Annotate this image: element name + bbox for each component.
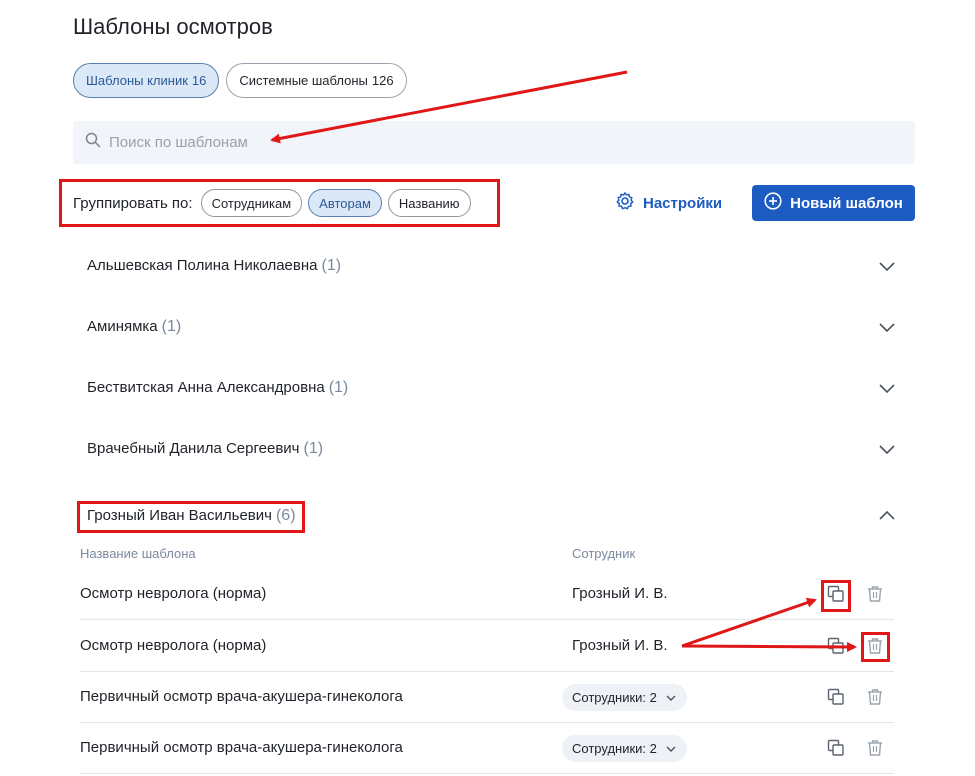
table-row: Осмотр невролога (норма) Грозный И. В.: [80, 569, 894, 620]
annotation-box-group-by: [59, 179, 500, 227]
template-name[interactable]: Осмотр невролога (норма): [80, 637, 266, 654]
table-row: Первичный осмотр врача-акушера-гинеколог…: [80, 672, 894, 723]
new-template-label: Новый шаблон: [790, 194, 903, 212]
chevron-up-icon: [879, 510, 895, 520]
template-name[interactable]: Осмотр невролога (норма): [80, 585, 266, 602]
employees-dropdown[interactable]: Сотрудники: 2: [562, 684, 687, 711]
settings-label: Настройки: [643, 194, 723, 212]
chevron-down-icon: [879, 384, 895, 394]
annotation-box-group: [77, 501, 305, 533]
trash-icon[interactable]: [864, 737, 886, 759]
employees-dropdown-label: Сотрудники: 2: [572, 741, 657, 756]
group-row[interactable]: Бествитская Анна Александровна (1): [87, 376, 897, 400]
trash-icon[interactable]: [864, 583, 886, 605]
chevron-down-icon: [879, 445, 895, 455]
group-count: (1): [161, 318, 182, 335]
search-input[interactable]: [109, 134, 809, 151]
copy-icon[interactable]: [825, 737, 847, 759]
tab-count: 126: [371, 73, 394, 88]
tab-clinic-templates[interactable]: Шаблоны клиник 16: [73, 63, 220, 98]
chevron-down-icon: [879, 262, 895, 272]
copy-icon[interactable]: [825, 635, 847, 657]
chevron-down-icon: [666, 746, 676, 752]
group-name: Альшевская Полина Николаевна: [87, 257, 318, 274]
search-bar: [73, 121, 915, 164]
tab-label: Шаблоны клиник: [86, 73, 188, 88]
chevron-down-icon: [879, 323, 895, 333]
template-name[interactable]: Первичный осмотр врача-акушера-гинеколог…: [80, 688, 403, 705]
annotation-box-delete: [861, 632, 890, 662]
trash-icon[interactable]: [864, 686, 886, 708]
group-count: (1): [321, 257, 342, 274]
table-row: Осмотр невролога (норма) Грозный И. В.: [80, 621, 894, 672]
copy-icon[interactable]: [825, 686, 847, 708]
new-template-button[interactable]: Новый шаблон: [752, 185, 915, 221]
tab-count: 16: [191, 73, 207, 88]
group-count: (1): [328, 379, 349, 396]
column-header-employee: Сотрудник: [572, 546, 636, 561]
group-row[interactable]: Врачебный Данила Сергеевич (1): [87, 437, 897, 461]
table-row: Первичный осмотр врача-акушера-гинеколог…: [80, 723, 894, 774]
tab-system-templates[interactable]: Системные шаблоны 126: [226, 63, 407, 98]
group-name: Врачебный Данила Сергеевич: [87, 440, 300, 457]
group-name: Аминямка: [87, 318, 158, 335]
chevron-down-icon: [666, 695, 676, 701]
gear-icon: [615, 191, 635, 215]
employees-dropdown[interactable]: Сотрудники: 2: [562, 735, 687, 762]
group-row[interactable]: Аминямка (1): [87, 315, 897, 339]
group-name: Бествитская Анна Александровна: [87, 379, 325, 396]
search-icon: [85, 132, 101, 153]
plus-circle-icon: [764, 192, 782, 214]
column-header-name: Название шаблона: [80, 546, 196, 561]
template-name[interactable]: Первичный осмотр врача-акушера-гинеколог…: [80, 739, 403, 756]
page-title: Шаблоны осмотров: [73, 14, 273, 39]
tab-label: Системные шаблоны: [239, 73, 368, 88]
group-count: (1): [303, 440, 324, 457]
settings-button[interactable]: Настройки: [615, 191, 722, 215]
template-tabs: Шаблоны клиник 16 Системные шаблоны 126: [73, 63, 407, 98]
employees-dropdown-label: Сотрудники: 2: [572, 690, 657, 705]
annotation-box-copy: [821, 580, 851, 612]
template-employee: Грозный И. В.: [572, 637, 668, 654]
template-employee: Грозный И. В.: [572, 585, 668, 602]
group-row[interactable]: Альшевская Полина Николаевна (1): [87, 254, 897, 278]
